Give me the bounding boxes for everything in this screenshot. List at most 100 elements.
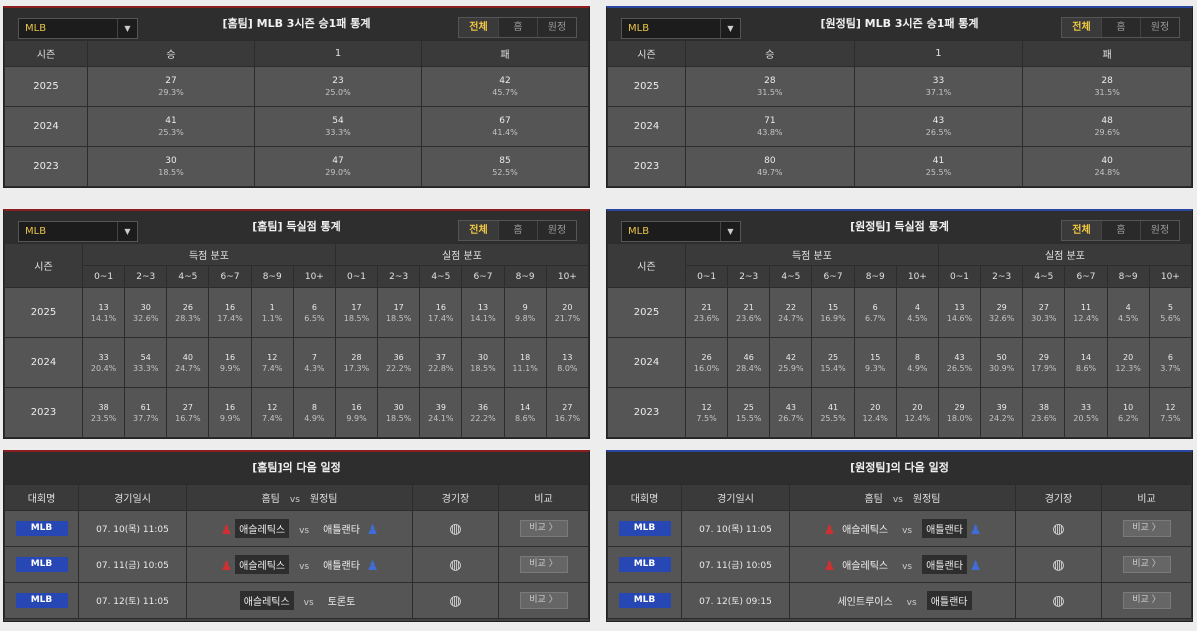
stadium-icon[interactable]: ◍: [1052, 594, 1064, 608]
league-badge[interactable]: MLB: [618, 521, 671, 536]
tab-all[interactable]: 전체: [459, 221, 498, 240]
percent-value: 30.9%: [988, 363, 1015, 373]
league-badge[interactable]: MLB: [15, 593, 68, 608]
home-team-name[interactable]: 애슬레틱스: [235, 519, 290, 538]
stadium-icon[interactable]: ◍: [1052, 558, 1064, 572]
allowed-range-header: 4~5: [1022, 265, 1066, 288]
compare-button[interactable]: 비교 〉: [1122, 556, 1171, 573]
scored-cell: 26 16.0%: [684, 337, 729, 388]
col-scored-group: 득점 분포: [685, 243, 939, 266]
stadium-icon[interactable]: ◍: [1052, 522, 1064, 536]
col-away-team: 원정팀: [912, 494, 941, 505]
scored-cell: 33 20.4%: [81, 337, 126, 388]
stadium-icon[interactable]: ◍: [449, 594, 461, 608]
percent-value: 17.3%: [343, 363, 370, 373]
vs-label: vs: [902, 562, 913, 572]
date-cell: 07. 12(토) 09:15: [681, 582, 790, 619]
allowed-cell: 14 8.6%: [503, 387, 547, 438]
tab-away[interactable]: 원정: [1140, 221, 1179, 240]
scored-range-header: 0~1: [684, 265, 729, 288]
scored-range-header: 4~5: [769, 265, 813, 288]
count-value: 23: [332, 75, 344, 86]
home-team-name[interactable]: 애슬레틱스: [239, 591, 294, 610]
tab-home[interactable]: 홈: [498, 221, 537, 240]
allowed-cell: 20 21.7%: [545, 287, 589, 338]
count-value: 6: [311, 302, 317, 312]
compare-cell: 비교 〉: [498, 582, 589, 619]
tab-home[interactable]: 홈: [1101, 18, 1140, 37]
schedule-table: 대회명 경기일시 홈팀 vs 원정팀 경기장 비교 MLB 07. 10(목) 11:…: [607, 484, 1192, 619]
draw-cell: 54 33.3%: [254, 106, 422, 147]
tab-away[interactable]: 원정: [537, 18, 576, 37]
compare-button[interactable]: 비교 〉: [519, 556, 568, 573]
compare-button[interactable]: 비교 〉: [519, 520, 568, 537]
col-scored-group: 득점 분포: [82, 243, 336, 266]
tab-all[interactable]: 전체: [1062, 18, 1101, 37]
allowed-range-header: 0~1: [937, 265, 982, 288]
scored-cell: 12 7.4%: [250, 337, 294, 388]
tab-away[interactable]: 원정: [537, 221, 576, 240]
stadium-cell: ◍: [1015, 510, 1102, 547]
count-value: 61: [140, 402, 151, 412]
percent-value: 9.9%: [219, 413, 241, 423]
scored-cell: 7 4.3%: [292, 337, 336, 388]
percent-value: 14.6%: [946, 313, 973, 323]
compare-cell: 비교 〉: [498, 546, 589, 583]
compare-button[interactable]: 비교 〉: [1122, 592, 1171, 609]
home-team-name[interactable]: 애슬레틱스: [838, 555, 892, 574]
col-loss: 패: [421, 40, 589, 67]
panel-header: MLB ▼ [원정팀] MLB 3시즌 승1패 통계 전체 홈 원정: [607, 8, 1192, 40]
away-team-name[interactable]: 애틀랜타: [922, 519, 967, 538]
away-team-name[interactable]: 애틀랜타: [926, 591, 972, 610]
league-badge[interactable]: MLB: [15, 521, 68, 536]
away-team-name[interactable]: 애틀랜타: [319, 519, 364, 538]
allowed-range-header: 6~7: [1064, 265, 1108, 288]
panel-header: [홈팀]의 다음 일정: [4, 452, 589, 484]
home-team-name[interactable]: 애슬레틱스: [838, 519, 892, 538]
home-schedule-panel: [홈팀]의 다음 일정 대회명 경기일시 홈팀 vs 원정팀 경기장 비교 MLB 0…: [3, 450, 590, 622]
draw-cell: 41 25.5%: [853, 146, 1024, 187]
tab-home[interactable]: 홈: [498, 18, 537, 37]
away-team-name[interactable]: 애틀랜타: [922, 555, 967, 574]
scored-cell: 25 15.4%: [811, 337, 855, 388]
col-date: 경기일시: [78, 484, 187, 511]
league-badge[interactable]: MLB: [15, 557, 68, 572]
compare-button[interactable]: 비교 〉: [1122, 520, 1171, 537]
league-badge[interactable]: MLB: [618, 557, 671, 572]
season-cell: 2025: [4, 287, 83, 338]
date-cell: 07. 11(금) 10:05: [78, 546, 187, 583]
away-team-person-icon: ♟: [366, 559, 379, 574]
table-row: MLB 07. 12(토) 11:05 애슬레틱스 vs 토론토 ◍ 비교 〉: [4, 582, 589, 619]
compare-button[interactable]: 비교 〉: [519, 592, 568, 609]
stadium-icon[interactable]: ◍: [449, 522, 461, 536]
count-value: 38: [1038, 402, 1049, 412]
home-team-name[interactable]: 애슬레틱스: [235, 555, 290, 574]
home-team-name[interactable]: 세인트루이스: [833, 591, 896, 610]
count-value: 54: [140, 352, 151, 362]
scored-cell: 15 16.9%: [811, 287, 855, 338]
allowed-cell: 37 22.8%: [419, 337, 463, 388]
away-team-name[interactable]: 토론토: [324, 591, 360, 610]
percent-value: 24.7%: [778, 313, 804, 323]
draw-cell: 23 25.0%: [254, 66, 422, 107]
league-badge[interactable]: MLB: [618, 593, 671, 608]
count-value: 27: [182, 402, 193, 412]
percent-value: 23.5%: [90, 413, 117, 423]
away-team-name[interactable]: 애틀랜타: [319, 555, 364, 574]
tab-away[interactable]: 원정: [1140, 18, 1179, 37]
percent-value: 5.6%: [1160, 313, 1181, 323]
tab-home[interactable]: 홈: [1101, 221, 1140, 240]
col-win: 승: [685, 40, 855, 67]
percent-value: 15.5%: [736, 413, 762, 423]
percent-value: 18.5%: [385, 413, 412, 423]
win-cell: 41 25.3%: [87, 106, 255, 147]
col-teams: 홈팀 vs 원정팀: [186, 484, 413, 511]
col-date: 경기일시: [681, 484, 790, 511]
percent-value: 28.3%: [175, 313, 201, 323]
tab-all[interactable]: 전체: [1062, 221, 1101, 240]
col-season: 시즌: [607, 243, 686, 288]
percent-value: 7.5%: [1160, 413, 1181, 423]
stadium-icon[interactable]: ◍: [449, 558, 461, 572]
compare-cell: 비교 〉: [1101, 510, 1192, 547]
tab-all[interactable]: 전체: [459, 18, 498, 37]
